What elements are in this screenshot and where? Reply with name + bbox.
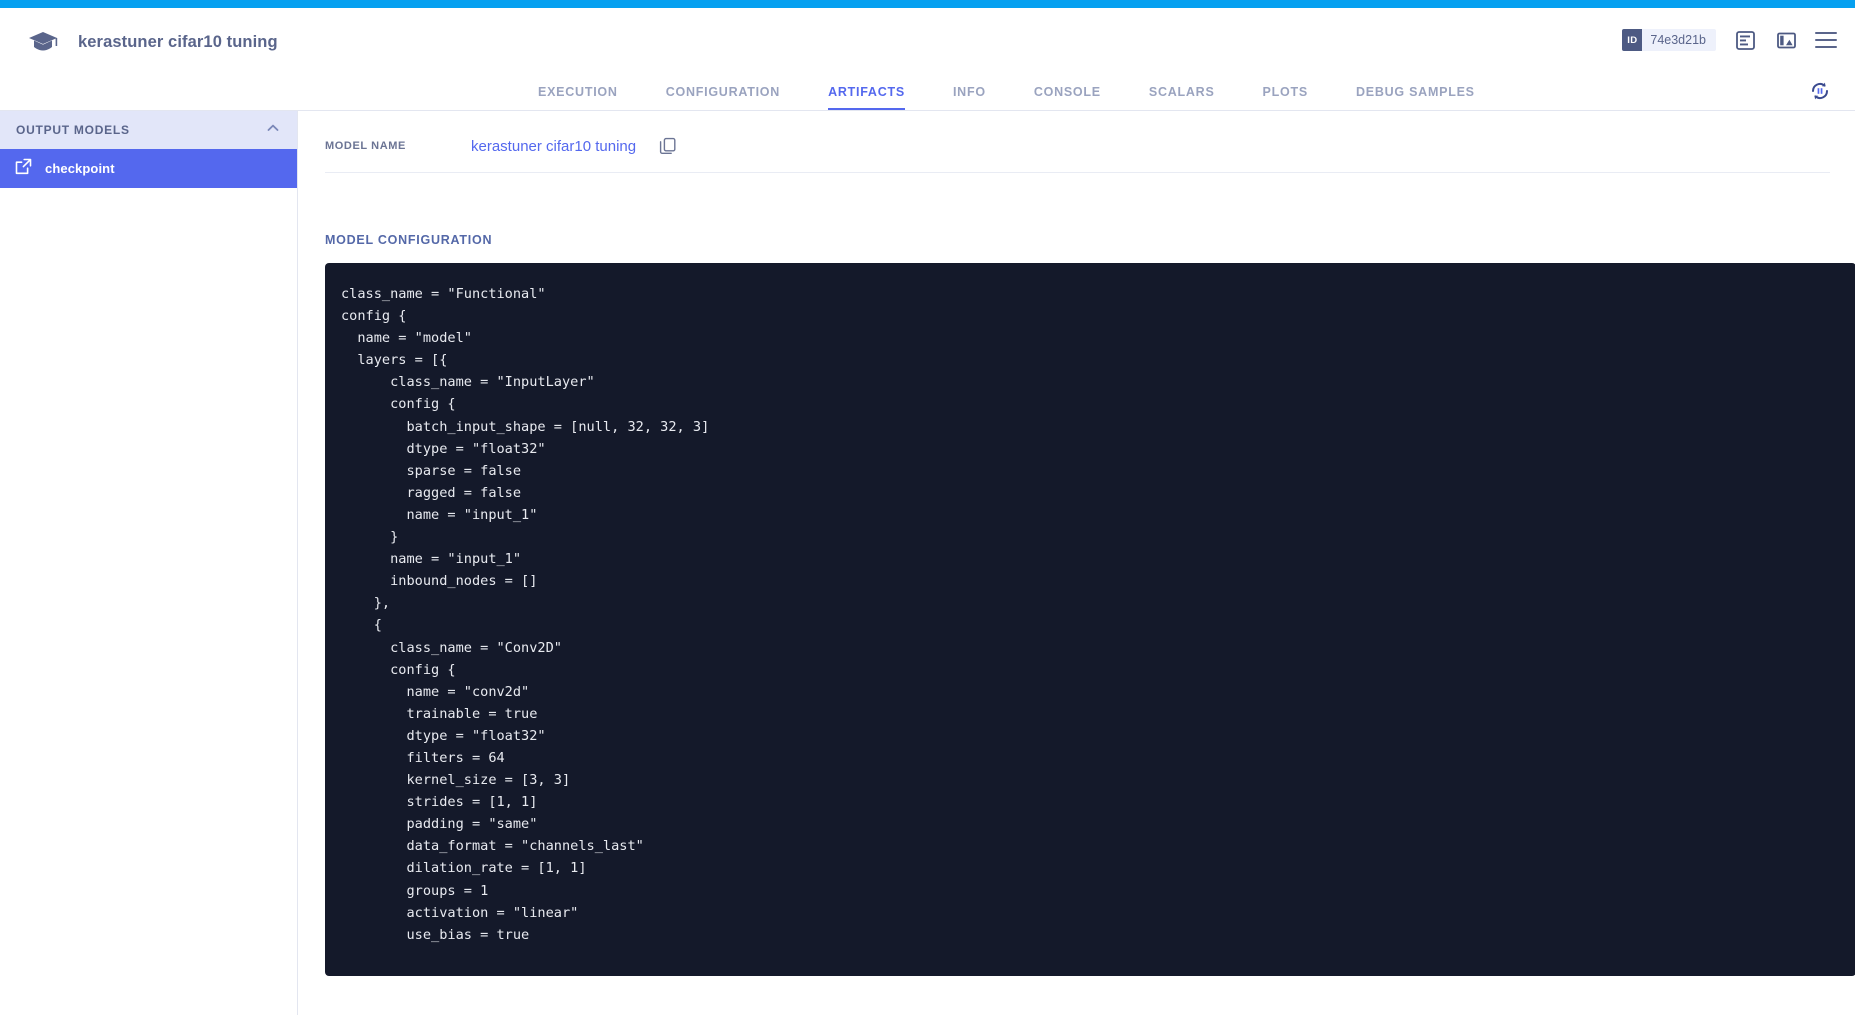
model-name-label: MODEL NAME [325,140,475,152]
tab-debug-samples[interactable]: DEBUG SAMPLES [1356,85,1475,110]
tab-console[interactable]: CONSOLE [1034,85,1101,110]
sidebar-section-label: OUTPUT MODELS [16,123,130,137]
brand[interactable]: kerastuner cifar10 tuning [0,25,278,59]
main-content: MODEL NAME kerastuner cifar10 tuning MOD… [299,111,1855,1015]
chevron-up-icon[interactable] [265,120,281,141]
app-header: kerastuner cifar10 tuning ID 74e3d21b [0,8,1855,76]
model-configuration-code-block[interactable]: class_name = "Functional" config { name … [325,263,1855,976]
page-title: kerastuner cifar10 tuning [78,33,278,52]
sidebar-section-output-models[interactable]: OUTPUT MODELS [0,111,297,149]
model-configuration-title: MODEL CONFIGURATION [325,233,1855,247]
tab-bar: EXECUTION CONFIGURATION ARTIFACTS INFO C… [0,70,1855,110]
tab-execution[interactable]: EXECUTION [538,85,618,110]
refresh-pause-icon[interactable] [1807,78,1833,104]
header-actions: ID 74e3d21b [1622,28,1837,52]
external-link-icon [15,158,32,180]
sidebar-item-checkpoint[interactable]: checkpoint [0,149,297,188]
log-view-icon[interactable] [1733,28,1757,52]
hamburger-menu-icon[interactable] [1815,32,1837,48]
panel-view-icon[interactable] [1774,28,1798,52]
model-configuration-code: class_name = "Functional" config { name … [341,283,1855,946]
tab-configuration[interactable]: CONFIGURATION [666,85,780,110]
sidebar: OUTPUT MODELS checkpoint [0,111,298,1015]
task-id-badge[interactable]: ID 74e3d21b [1622,29,1716,51]
tab-artifacts[interactable]: ARTIFACTS [828,85,905,110]
graduation-cap-icon [26,25,60,59]
model-name-row: MODEL NAME kerastuner cifar10 tuning [325,136,1830,173]
id-badge-tag: ID [1622,29,1642,51]
tab-plots[interactable]: PLOTS [1263,85,1308,110]
id-badge-value: 74e3d21b [1642,33,1716,47]
tab-scalars[interactable]: SCALARS [1149,85,1215,110]
copy-icon[interactable] [658,136,678,156]
sidebar-item-label: checkpoint [45,161,115,176]
tab-info[interactable]: INFO [953,85,986,110]
model-name-link[interactable]: kerastuner cifar10 tuning [471,138,636,155]
